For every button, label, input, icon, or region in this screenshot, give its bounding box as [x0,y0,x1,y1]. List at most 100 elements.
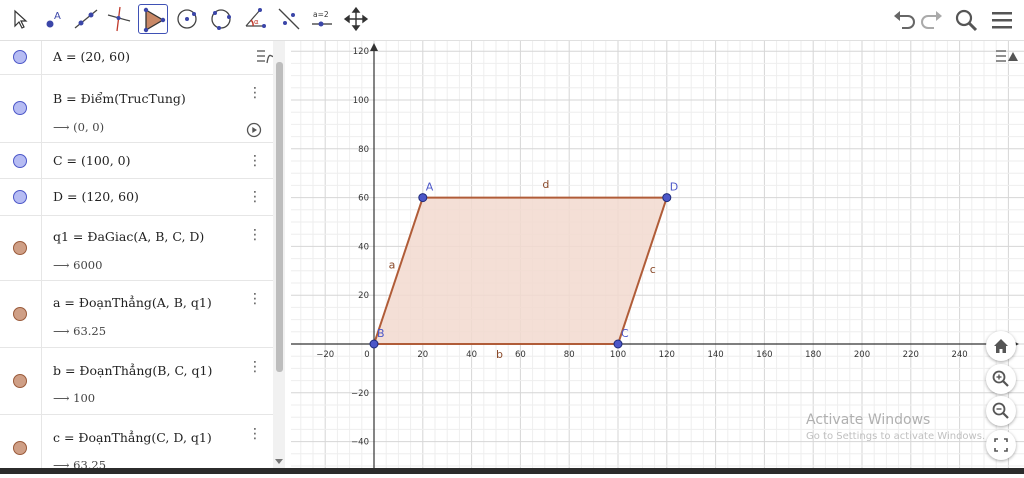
point-icon [46,20,54,28]
algebra-row-C[interactable]: C = (100, 0) ⋮ [0,143,273,179]
visibility-dot-icon[interactable] [13,101,27,115]
reflect-line-tool-button[interactable] [274,4,304,34]
taskbar-edge [0,468,1024,474]
cursor-arrow-icon [14,9,28,29]
output-value: ⟶ 100 [53,391,96,405]
angle-tool-button[interactable]: α [240,4,270,34]
activate-windows-subtitle: Go to Settings to activate Windows. [806,431,986,442]
more-options-icon[interactable]: ⋮ [248,427,262,441]
definition-text[interactable]: b = ĐoạnThẳng(B, C, q1) [53,363,212,378]
y-axis-arrow-icon [370,43,378,51]
move-tool-button[interactable] [5,4,35,34]
definition-text[interactable]: B = Điểm(TrucTung) [53,91,186,106]
algebra-row-a[interactable]: a = ĐoạnThẳng(A, B, q1) ⟶ 63.25 ⋮ [0,281,273,348]
algebra-row-c[interactable]: c = ĐoạnThẳng(C, D, q1) ⟶ 63.25 ⋮ [0,415,273,474]
more-options-icon[interactable]: ⋮ [248,292,262,306]
visibility-marker[interactable] [0,41,42,74]
output-value: ⟶ 6000 [53,258,103,272]
visibility-marker[interactable] [0,179,42,215]
more-options-icon[interactable]: ⋮ [248,86,262,100]
visibility-dot-icon[interactable] [13,441,27,455]
visibility-marker[interactable] [0,216,42,280]
x-tick-label: 220 [903,350,919,360]
x-tick-label: 0 [364,350,369,360]
visibility-dot-icon[interactable] [13,307,27,321]
perpendicular-line-tool-button[interactable] [104,4,134,34]
graphics-view[interactable]: −20 0 20 40 60 80 100 120 140 160 180 200 220 240 120 1… [291,41,1024,474]
definition-text[interactable]: c = ĐoạnThẳng(C, D, q1) [53,430,212,445]
undo-button[interactable] [890,6,918,34]
graphics-style-bar-button[interactable] [994,46,1018,68]
svg-text:α: α [254,18,259,26]
circle-center-point-tool-button[interactable] [172,4,202,34]
point-A[interactable] [418,193,428,203]
point-tool-button[interactable]: A [39,4,69,34]
y-tick-label: 40 [358,242,369,252]
segment-label-b: b [496,348,503,361]
definition-text[interactable]: C = (100, 0) [53,153,131,168]
definition-text[interactable]: a = ĐoạnThẳng(A, B, q1) [53,295,212,310]
more-options-icon[interactable]: ⋮ [248,190,262,204]
x-tick-label: 20 [417,350,428,360]
slider-label: a=2 [313,10,329,19]
segment-label-a: a [389,258,396,271]
x-tick-label: 180 [805,350,821,360]
play-animation-icon[interactable] [246,122,262,138]
x-tick-label: −20 [316,350,334,360]
visibility-marker[interactable] [0,143,42,178]
hamburger-menu-icon [992,12,1012,29]
visibility-dot-icon[interactable] [13,190,27,204]
algebra-row-b[interactable]: b = ĐoạnThẳng(B, C, q1) ⟶ 100 ⋮ [0,348,273,415]
visibility-dot-icon[interactable] [13,50,27,64]
main-menu-button[interactable] [988,6,1016,34]
circle-three-points-tool-button[interactable] [206,4,236,34]
point-B[interactable] [369,339,379,349]
definition-text[interactable]: q1 = ĐaGiac(A, B, C, D) [53,229,204,244]
polygon-tool-button[interactable] [138,4,168,34]
visibility-marker[interactable] [0,281,42,347]
more-options-icon[interactable]: ⋮ [248,228,262,242]
redo-button[interactable] [918,6,946,34]
slider-tool-button[interactable]: a=2 [307,4,337,34]
visibility-dot-icon[interactable] [13,154,27,168]
algebra-scrollbar-thumb[interactable] [276,62,283,372]
fullscreen-button[interactable] [986,430,1016,460]
definition-text[interactable]: A = (20, 60) [53,49,130,64]
style-bar-toggle-icon [996,50,1018,62]
x-tick-label: 120 [659,350,675,360]
definition-text[interactable]: D = (120, 60) [53,189,139,204]
visibility-dot-icon[interactable] [13,374,27,388]
visibility-dot-icon[interactable] [13,241,27,255]
y-tick-label: 80 [358,145,369,155]
visibility-marker[interactable] [0,348,42,414]
visibility-marker[interactable] [0,415,42,474]
point-D-label: D [670,181,678,194]
y-tick-label: −40 [351,438,369,448]
y-tick-label: 20 [358,291,369,301]
undo-icon [894,11,915,29]
algebra-row-D[interactable]: D = (120, 60) ⋮ [0,179,273,216]
zoom-out-button[interactable] [986,396,1016,426]
algebra-row-B[interactable]: B = Điểm(TrucTung) ⟶ (0, 0) ⋮ [0,75,273,143]
scroll-down-arrow-icon[interactable] [274,458,284,466]
visibility-marker[interactable] [0,75,42,142]
move-graphics-view-tool-button[interactable] [341,4,371,34]
more-options-icon[interactable]: ⋮ [248,154,262,168]
algebra-style-icon[interactable] [255,45,273,67]
algebra-row-A[interactable]: A = (20, 60) [0,41,273,75]
point-D[interactable] [662,193,672,203]
search-icon [955,9,978,32]
graphics-canvas[interactable]: −20 0 20 40 60 80 100 120 140 160 180 200 220 240 120 1… [291,41,1024,474]
algebra-row-q1[interactable]: q1 = ĐaGiac(A, B, C, D) ⟶ 6000 ⋮ [0,216,273,281]
more-options-icon[interactable]: ⋮ [248,360,262,374]
segment-label-c: c [650,263,656,276]
zoom-in-button[interactable] [986,364,1016,394]
output-value: ⟶ 63.25 [53,324,107,338]
point-C[interactable] [613,339,623,349]
search-button[interactable] [952,6,980,34]
line-tool-button[interactable] [71,4,101,34]
polygon-q1[interactable] [374,197,667,344]
standard-view-button[interactable] [986,331,1016,361]
toolbar: A α a=2 [0,0,1024,41]
y-tick-label: 120 [353,47,369,57]
